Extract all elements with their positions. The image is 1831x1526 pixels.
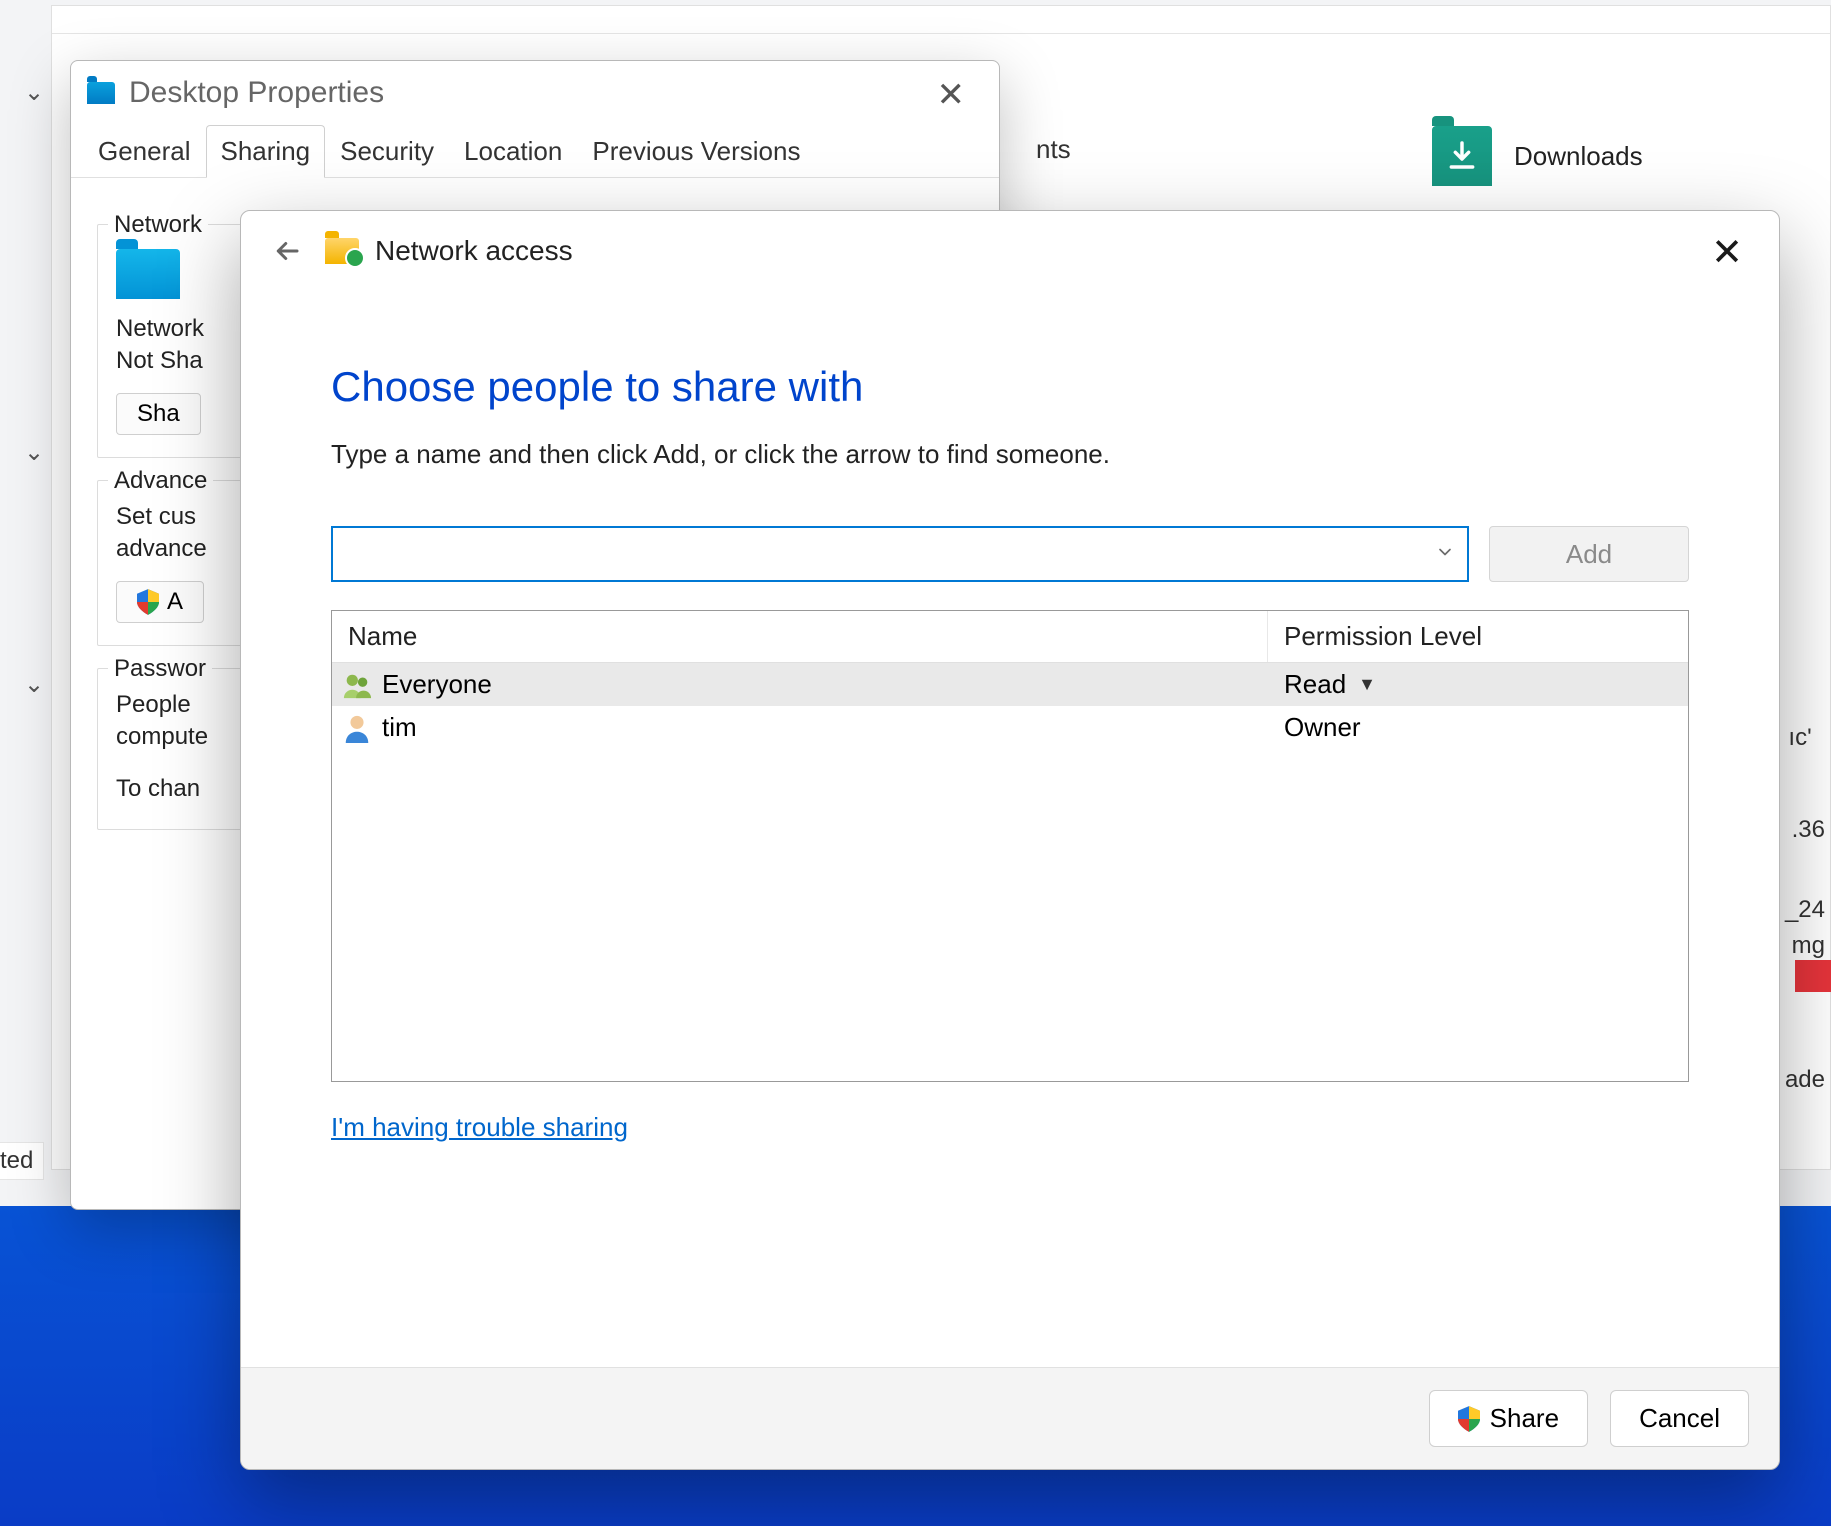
downloads-folder-icon [1432,126,1492,186]
chevron-down-icon[interactable]: ⌄ [24,78,44,107]
group-icon [342,670,372,700]
name-combo[interactable] [331,526,1469,582]
folder-icon [116,249,180,299]
share-button[interactable]: Sha [116,393,201,435]
close-button[interactable]: ✕ [1705,233,1749,273]
share-list-row[interactable]: Everyone Read ▼ [332,663,1688,706]
trouble-sharing-link[interactable]: I'm having trouble sharing [331,1112,628,1142]
advanced-sharing-button[interactable]: A [116,581,204,623]
share-list-row[interactable]: tim Owner [332,706,1688,749]
advanced-sharing-label: A [167,588,183,616]
chevron-down-icon[interactable]: ⌄ [24,670,44,699]
dialog-title: Desktop Properties [129,76,384,110]
downloads-label: Downloads [1514,141,1643,172]
tab-sharing[interactable]: Sharing [206,125,326,178]
wizard-footer: Share Cancel [241,1367,1779,1469]
uac-shield-icon [1458,1406,1480,1432]
permission-dropdown[interactable]: Read ▼ [1268,663,1688,706]
wizard-heading: Choose people to share with [331,363,1689,411]
wizard-subtitle: Type a name and then click Add, or click… [331,439,1689,470]
share-button[interactable]: Share [1429,1390,1588,1447]
dialog-titlebar[interactable]: Desktop Properties [71,61,999,125]
chevron-down-icon[interactable] [1435,542,1455,567]
wizard-title: Network access [375,235,573,267]
background-fragment: _24 [1779,892,1831,928]
tab-security[interactable]: Security [325,125,449,177]
background-error-strip [1795,960,1831,992]
background-fragment: ıc' [1782,720,1831,756]
cancel-button[interactable]: Cancel [1610,1390,1749,1447]
group-legend: Network [108,211,208,239]
close-button[interactable]: ✕ [931,77,972,113]
row-permission: Owner [1284,712,1361,743]
tab-general[interactable]: General [83,125,206,177]
tab-location[interactable]: Location [449,125,577,177]
column-permission[interactable]: Permission Level [1268,611,1688,662]
background-fragment: ted [0,1142,44,1180]
folder-icon [87,82,115,104]
background-fragment: mg [1786,928,1831,964]
arrow-left-icon [272,236,302,266]
user-icon [342,713,372,743]
back-button[interactable] [265,229,309,273]
shared-folder-icon [325,238,359,264]
row-name: Everyone [382,669,492,700]
background-fragment: .36 [1786,812,1831,848]
row-name: tim [382,712,417,743]
network-access-dialog: Network access ✕ Choose people to share … [240,210,1780,1470]
column-name[interactable]: Name [332,611,1268,662]
background-fragment: ade [1779,1062,1831,1098]
share-list-header: Name Permission Level [332,611,1688,663]
explorer-truncated-text: nts [1036,134,1071,165]
name-input[interactable] [345,528,1435,580]
group-legend: Passwor [108,655,212,683]
share-button-label: Share [1490,1403,1559,1434]
share-list[interactable]: Name Permission Level Everyone Read ▼ [331,610,1689,1082]
uac-shield-icon [137,589,159,615]
chevron-down-icon[interactable]: ⌄ [24,438,44,467]
wizard-titlebar[interactable]: Network access [241,211,1779,283]
tab-previous-versions[interactable]: Previous Versions [577,125,815,177]
group-legend: Advance [108,467,213,495]
downloads-folder-item[interactable]: Downloads [1432,126,1643,186]
row-permission: Read [1284,669,1346,700]
properties-tabs: General Sharing Security Location Previo… [71,125,999,178]
add-button[interactable]: Add [1489,526,1689,582]
caret-down-icon: ▼ [1358,674,1376,695]
